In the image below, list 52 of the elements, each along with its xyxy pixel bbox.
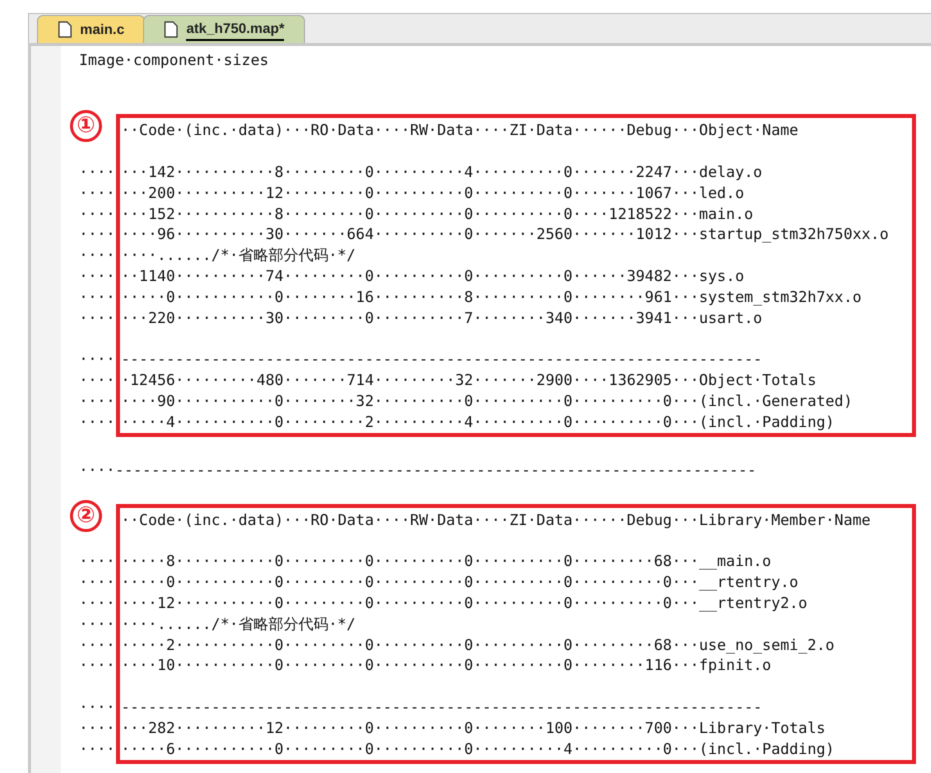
whitespace-marks: ···· xyxy=(79,204,116,223)
editor-tab[interactable]: main.c xyxy=(37,15,146,43)
whitespace-marks: ···· xyxy=(79,718,116,737)
code-line: Image·component·sizes xyxy=(79,51,269,69)
code-line: ·····2···········0·········0··········0··········0·········68···use_no_semi_2.o xyxy=(121,636,834,654)
code-line: ····....../*·省略部分代码·*/ xyxy=(121,614,356,633)
whitespace-marks: ···· xyxy=(79,392,116,410)
whitespace-marks: ···· xyxy=(79,614,116,633)
whitespace-marks: ···· xyxy=(79,636,116,654)
whitespace-marks: ···· xyxy=(79,573,116,592)
whitespace-marks: ···· xyxy=(79,740,116,758)
whitespace-marks: ···· xyxy=(79,162,116,181)
code-line: ···220··········30·········0··········7········340·······3941···usart.o xyxy=(121,308,762,327)
code-line: ···200··········12·········0··········0··········0·······1067···led.o xyxy=(121,184,744,202)
code-line: ·····6···········0·········0··········0··········4··········0···(incl.·Padding) xyxy=(121,740,834,758)
file-icon xyxy=(58,21,72,38)
whitespace-marks: ···· xyxy=(79,656,116,674)
whitespace-marks: ···· xyxy=(79,552,116,570)
code-line: ···142···········8·········0··········4··········0·······2247···delay.o xyxy=(121,162,762,181)
code-line: ··Code·(inc.·data)···RO·Data····RW·Data····ZI·Data······Debug···Object·Name xyxy=(121,121,798,140)
whitespace-marks: ···· xyxy=(79,594,116,612)
code-line: ····90···········0········32··········0··········0··········0···(incl.·Generated) xyxy=(121,392,852,410)
code-line: ····96··········30·······664··········0·······2560·······1012···startup_stm32h750xx.o xyxy=(121,225,889,244)
code-line: ----------------------------------------------------------------------- xyxy=(121,698,762,716)
file-icon xyxy=(164,21,178,38)
code-line: ----------------------------------------------------------------------- xyxy=(121,350,762,368)
whitespace-marks: ···· xyxy=(79,225,116,244)
code-line: ·····4···········0·········2··········4··········0··········0···(incl.·Padding) xyxy=(121,412,834,431)
whitespace-marks: ···· xyxy=(79,370,116,389)
code-line: ·12456·········480·······714·········32·······2900····1362905···Object·Totals xyxy=(121,370,816,389)
whitespace-marks: ···· xyxy=(79,246,116,264)
code-line: ····....../*·省略部分代码·*/ xyxy=(121,246,356,264)
code-line: ···152···········8·········0··········0··········0····1218522···main.o xyxy=(121,204,754,223)
whitespace-marks: ···· xyxy=(79,266,116,285)
whitespace-marks: ···· xyxy=(79,288,116,306)
whitespace-marks: ···· xyxy=(79,698,116,716)
whitespace-marks: ···· xyxy=(79,308,116,327)
code-line: ····----------------------------------------------------------------------- xyxy=(79,461,756,480)
whitespace-marks: ···· xyxy=(79,350,116,368)
annotation-number: ① xyxy=(70,110,102,142)
code-line: ·····8···········0·········0··········0··········0·········68···__main.o xyxy=(121,552,772,570)
code-line: ··Code·(inc.·data)···RO·Data····RW·Data····ZI·Data······Debug···Library·Member·Name xyxy=(121,510,871,529)
annotation-number: ② xyxy=(70,500,102,532)
code-line: ····10···········0·········0··········0··········0········116···fpinit.o xyxy=(121,656,772,674)
editor-tab[interactable]: atk_h750.map* xyxy=(143,15,306,43)
whitespace-marks: ···· xyxy=(79,412,116,431)
code-line: ···282··········12·········0··········0········100········700···Library·Totals xyxy=(121,718,826,737)
code-line: ····12···········0·········0··········0··········0··········0···__rtentry2.o xyxy=(121,594,808,612)
code-line: ·····0···········0·········0··········0··········0··········0···__rtentry.o xyxy=(121,573,798,592)
whitespace-marks: ···· xyxy=(79,184,116,202)
code-line: ··1140··········74·········0··········0··········0······39482···sys.o xyxy=(121,266,744,285)
code-line: ·····0···········0········16··········8··········0········961···system_stm32h7xx.o xyxy=(121,288,862,306)
